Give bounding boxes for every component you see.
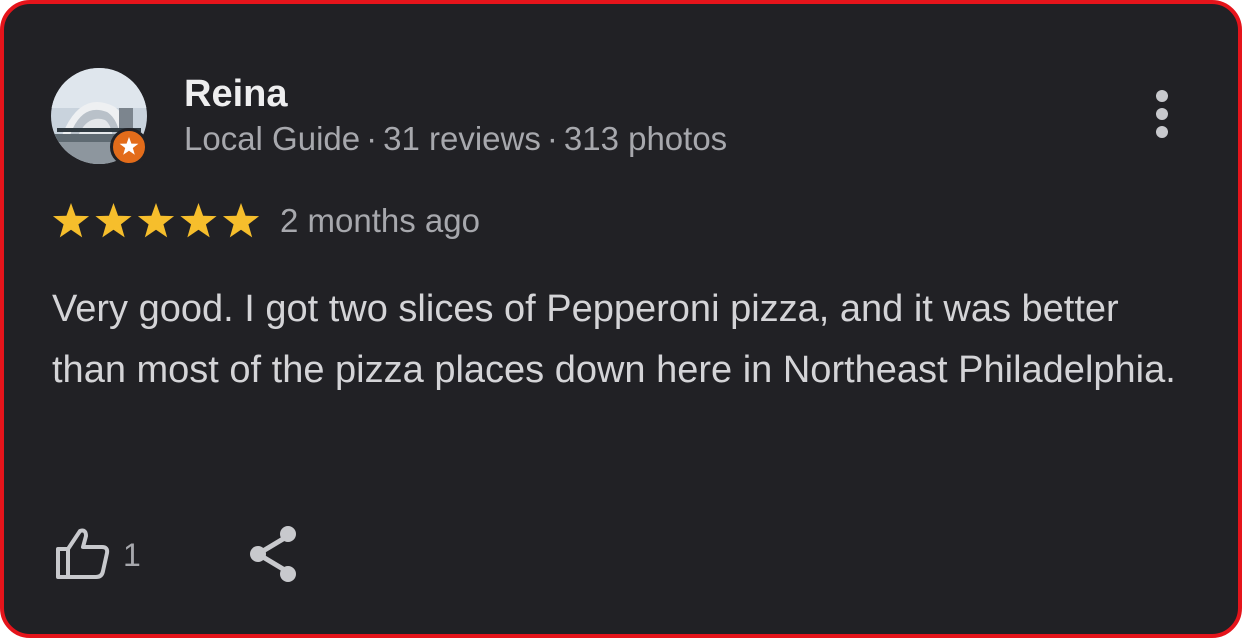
- star-rating: [51, 201, 261, 241]
- local-guide-label: Local Guide: [184, 120, 361, 157]
- share-icon: [250, 526, 296, 582]
- like-count: 1: [123, 537, 141, 573]
- thumbs-up-icon: [56, 528, 110, 579]
- meta-separator: ·: [546, 120, 558, 157]
- star-icon: [95, 203, 132, 238]
- review-time: 2 months ago: [280, 202, 480, 239]
- review-count: 31 reviews: [383, 120, 541, 157]
- star-icon: [180, 203, 217, 238]
- more-vertical-icon: [1156, 90, 1168, 138]
- star-icon: [137, 203, 175, 238]
- star-icon: [52, 203, 90, 238]
- share-button[interactable]: [244, 522, 304, 586]
- meta-separator: ·: [366, 120, 378, 157]
- review-card: Reina Local Guide · 31 reviews · 313 photos …: [0, 0, 1242, 638]
- photo-count: 313 photos: [563, 120, 728, 157]
- review-text: Very good. I got two slices of Pepperoni…: [52, 288, 1176, 391]
- reviewer-meta: Local Guide · 31 reviews · 313 photos: [184, 118, 727, 160]
- more-options-button[interactable]: [1140, 86, 1184, 146]
- local-guide-badge-icon: [110, 128, 148, 166]
- reviewer-name[interactable]: Reina: [184, 72, 287, 116]
- like-button[interactable]: 1: [52, 519, 162, 591]
- star-icon: [222, 203, 260, 238]
